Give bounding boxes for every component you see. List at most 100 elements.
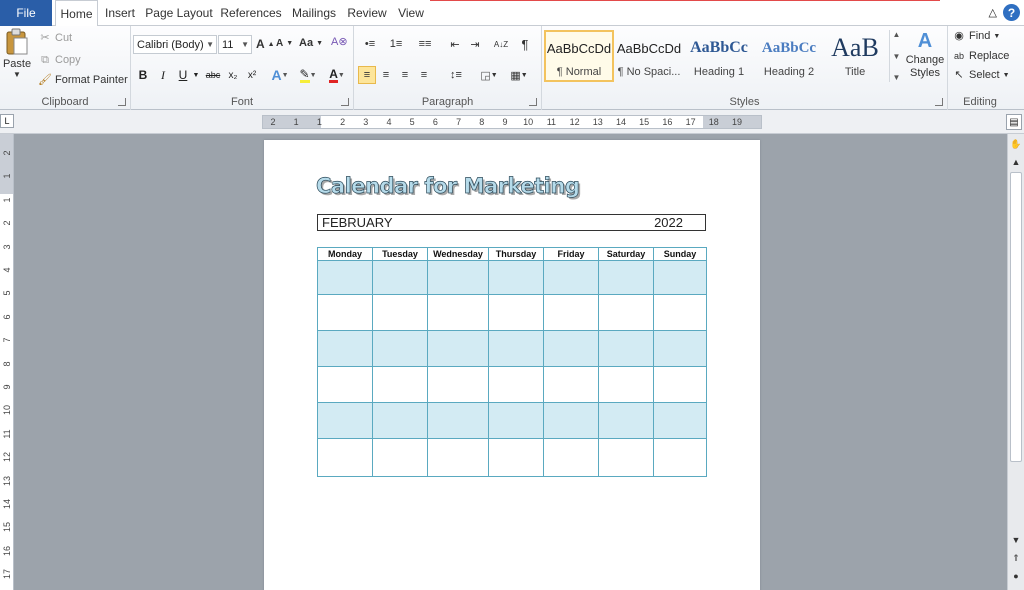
calendar-day-cell[interactable] [372, 260, 428, 295]
tab-file[interactable]: File [0, 0, 52, 26]
tab-references[interactable]: References [219, 0, 283, 26]
calendar-day-cell[interactable] [427, 294, 489, 331]
calendar-day-cell[interactable] [427, 260, 489, 295]
font-launcher-icon[interactable] [341, 98, 349, 106]
style-heading-2[interactable]: AaBbCc Heading 2 [754, 30, 824, 82]
view-ruler-icon[interactable]: ▤ [1006, 114, 1022, 130]
increase-indent-button[interactable]: ⇥ [466, 35, 484, 53]
align-center-button[interactable]: ≡ [377, 66, 395, 84]
calendar-day-cell[interactable] [317, 402, 373, 439]
styles-launcher-icon[interactable] [935, 98, 943, 106]
tab-selector[interactable]: L [0, 114, 14, 128]
calendar-day-cell[interactable] [372, 402, 428, 439]
calendar-day-cell[interactable] [598, 294, 654, 331]
help-icon[interactable]: ? [1003, 4, 1020, 21]
styles-gallery-scroll[interactable]: ▲ ▼ ▼ [889, 30, 903, 82]
gallery-down-icon[interactable]: ▼ [893, 52, 901, 61]
numbering-button[interactable]: 1≡ [384, 35, 408, 53]
calendar-day-cell[interactable] [543, 330, 599, 367]
calendar-day-cell[interactable] [543, 366, 599, 403]
calendar-day-cell[interactable] [653, 438, 707, 477]
calendar-day-cell[interactable] [543, 402, 599, 439]
change-styles-button[interactable]: A Change Styles [904, 30, 946, 80]
italic-button[interactable]: I [155, 66, 171, 84]
calendar-day-cell[interactable] [317, 366, 373, 403]
browse-object-icon[interactable]: ● [1010, 570, 1022, 582]
clipboard-launcher-icon[interactable] [118, 98, 126, 106]
calendar-day-cell[interactable] [488, 260, 544, 295]
shading-button[interactable]: ◲ ▼ [476, 66, 502, 84]
decrease-indent-button[interactable]: ⇤ [446, 35, 464, 53]
calendar-day-cell[interactable] [543, 260, 599, 295]
justify-button[interactable]: ≡ [415, 66, 433, 84]
gallery-up-icon[interactable]: ▲ [893, 30, 901, 39]
calendar-day-cell[interactable] [317, 330, 373, 367]
calendar-day-cell[interactable] [317, 260, 373, 295]
copy-button[interactable]: ⧉ Copy [38, 54, 81, 66]
calendar-day-cell[interactable] [372, 294, 428, 331]
style-title[interactable]: AaB Title [820, 30, 890, 82]
shrink-font-button[interactable]: A ▼ [276, 38, 293, 49]
font-color-button[interactable]: A ▼ [325, 66, 349, 84]
scroll-down-icon[interactable]: ▼ [1010, 534, 1022, 546]
calendar-day-cell[interactable] [653, 366, 707, 403]
paragraph-launcher-icon[interactable] [529, 98, 537, 106]
change-case-button[interactable]: Aa ▼ [299, 37, 323, 49]
calendar-day-cell[interactable] [372, 366, 428, 403]
font-family-combo[interactable]: Calibri (Body) ▼ [133, 35, 217, 54]
strikethrough-button[interactable]: abc [203, 66, 223, 84]
bullets-button[interactable]: •≡ [358, 35, 382, 53]
tab-home[interactable]: Home [55, 0, 98, 27]
calendar-day-cell[interactable] [372, 330, 428, 367]
gallery-more-icon[interactable]: ▼ [893, 73, 901, 82]
previous-page-icon[interactable]: ⇑ [1010, 552, 1022, 564]
horizontal-ruler[interactable]: 2 1 1 2 3 4 5 6 7 8 9 10 11 12 13 14 15 16 17 18 19 [262, 115, 762, 129]
line-spacing-button[interactable]: ↕≡ [444, 66, 468, 84]
pan-hand-icon[interactable]: ✋ [1010, 138, 1022, 150]
calendar-day-cell[interactable] [488, 402, 544, 439]
align-right-button[interactable]: ≡ [396, 66, 414, 84]
cut-button[interactable]: ✂ Cut [38, 32, 72, 44]
sort-button[interactable]: A↓Z [490, 35, 512, 53]
calendar-day-cell[interactable] [488, 294, 544, 331]
calendar-day-cell[interactable] [543, 294, 599, 331]
subscript-button[interactable]: x₂ [225, 66, 241, 84]
vertical-scrollbar[interactable]: ✋ ▲ ▼ ⇑ ● [1007, 134, 1024, 590]
select-button[interactable]: ↖ Select ▼ [952, 69, 1009, 81]
vertical-ruler[interactable]: 2 1 1 2 3 4 5 6 7 8 9 10 11 12 13 14 15 16 17 [0, 134, 14, 590]
calendar-day-cell[interactable] [543, 438, 599, 477]
find-button[interactable]: ◉ Find ▼ [952, 30, 1000, 42]
font-size-combo[interactable]: 11 ▼ [218, 35, 252, 54]
calendar-day-cell[interactable] [598, 330, 654, 367]
calendar-day-cell[interactable] [653, 402, 707, 439]
tab-insert[interactable]: Insert [102, 0, 138, 26]
show-formatting-button[interactable]: ¶ [516, 35, 534, 53]
calendar-day-cell[interactable] [598, 402, 654, 439]
text-effects-button[interactable]: A ▼ [269, 66, 291, 84]
underline-button[interactable]: U [175, 66, 191, 84]
clear-formatting-button[interactable]: A⊗ [331, 35, 348, 48]
calendar-day-cell[interactable] [427, 330, 489, 367]
multilevel-list-button[interactable]: ≡≡ [412, 35, 438, 53]
calendar-day-cell[interactable] [488, 438, 544, 477]
highlight-color-button[interactable]: ✎ ▼ [295, 66, 321, 84]
calendar-day-cell[interactable] [427, 366, 489, 403]
replace-button[interactable]: ab Replace [952, 50, 1009, 62]
calendar-day-cell[interactable] [317, 438, 373, 477]
calendar-day-cell[interactable] [598, 366, 654, 403]
style-heading-1[interactable]: AaBbCc Heading 1 [684, 30, 754, 82]
grow-font-button[interactable]: A ▲ [256, 37, 275, 51]
borders-button[interactable]: ▦ ▼ [506, 66, 532, 84]
calendar-day-cell[interactable] [598, 260, 654, 295]
minimize-ribbon-icon[interactable]: △ [989, 6, 997, 19]
calendar-day-cell[interactable] [372, 438, 428, 477]
tab-view[interactable]: View [393, 0, 429, 26]
scroll-thumb[interactable] [1010, 172, 1022, 462]
superscript-button[interactable]: x² [244, 66, 260, 84]
calendar-day-cell[interactable] [653, 294, 707, 331]
document-page[interactable]: Calendar for Marketing FEBRUARY 2022 Mon… [264, 140, 760, 590]
calendar-day-cell[interactable] [427, 438, 489, 477]
tab-review[interactable]: Review [345, 0, 389, 26]
calendar-day-cell[interactable] [598, 438, 654, 477]
tab-page-layout[interactable]: Page Layout [143, 0, 215, 26]
